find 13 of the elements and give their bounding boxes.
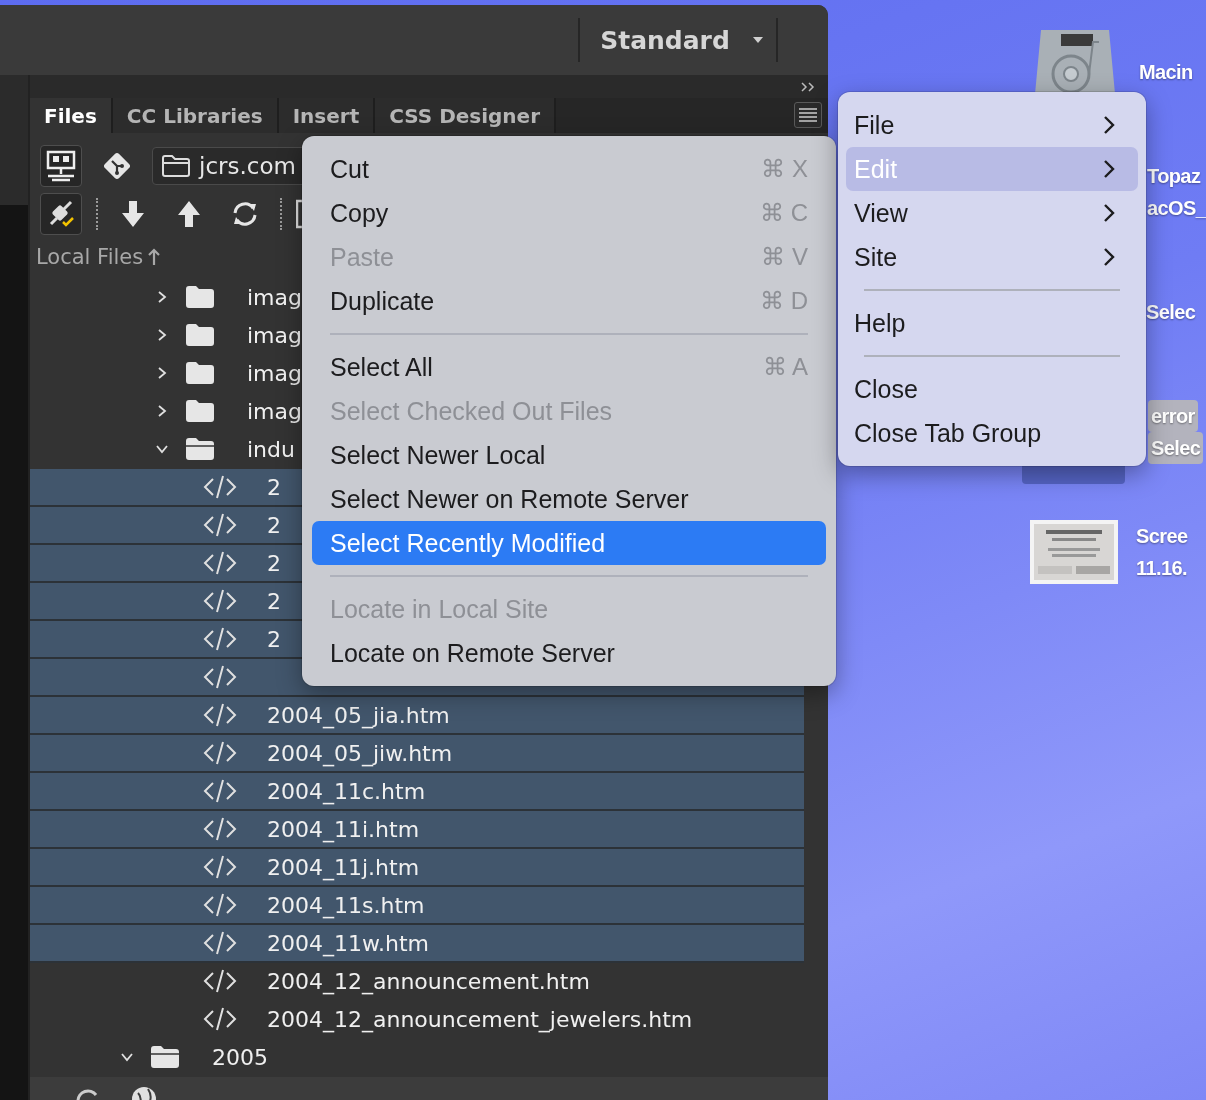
desktop-icon-label: error xyxy=(1148,400,1198,432)
desktop-icon-label: Selec xyxy=(1146,300,1196,325)
desktop-icon-label: Selec xyxy=(1148,432,1204,464)
desktop-icon-label: Topaz xyxy=(1147,164,1201,189)
shortcut-label: ⌘ X xyxy=(761,155,808,183)
desktop-icon-label: acOS_ xyxy=(1147,196,1206,221)
shortcut-label: ⌘ V xyxy=(761,243,808,271)
desktop-icon-label: Macin xyxy=(1139,60,1193,85)
shortcut-label: ⌘ A xyxy=(762,353,808,381)
desktop-icon-label: Scree xyxy=(1136,524,1188,549)
desktop-icon-label: 11.16. xyxy=(1136,556,1187,581)
shortcut-label: ⌘ C xyxy=(760,199,808,227)
shortcut-label: ⌘ D xyxy=(760,287,808,315)
